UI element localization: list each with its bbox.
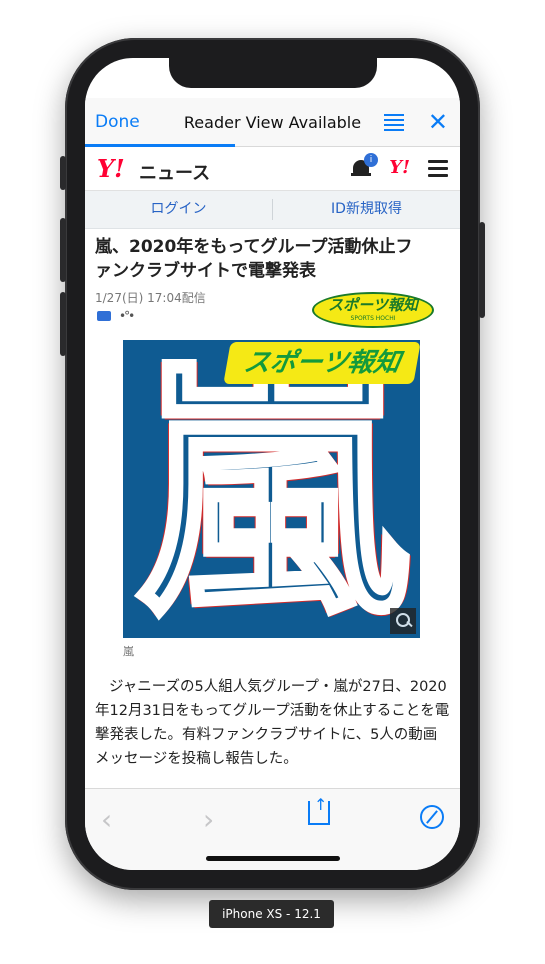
yahoo-mark-icon[interactable]: Y! bbox=[389, 157, 410, 178]
volume-up-button bbox=[60, 218, 66, 282]
publisher-name: スポーツ報知 bbox=[328, 296, 418, 314]
status-icons bbox=[392, 74, 436, 87]
home-indicator[interactable] bbox=[206, 856, 340, 861]
power-button bbox=[479, 222, 485, 318]
compass-icon[interactable] bbox=[420, 805, 444, 829]
share-arrow-icon: ↑ bbox=[314, 795, 328, 814]
zoom-icon[interactable] bbox=[390, 608, 416, 634]
status-time: 9:06 bbox=[115, 70, 150, 86]
register-link[interactable]: ID新規取得 bbox=[273, 191, 460, 228]
menu-icon[interactable] bbox=[428, 160, 448, 181]
wifi-icon bbox=[392, 74, 406, 87]
photo-caption: 嵐 bbox=[123, 645, 134, 658]
article: 嵐、2020年をもってグループ活動休止ファンクラブサイトで電撃発表 1/27(日… bbox=[85, 229, 460, 789]
screen: 9:06 Done Reader View Available ✕ Y! ニュー… bbox=[85, 58, 460, 870]
article-photo[interactable]: 嵐 スポーツ報知 bbox=[123, 340, 420, 638]
publisher-logo[interactable]: スポーツ報知 SPORTS HOCHI bbox=[312, 292, 434, 328]
mute-switch bbox=[60, 156, 66, 190]
notification-badge: i bbox=[364, 153, 378, 167]
login-link[interactable]: ログイン bbox=[85, 191, 272, 228]
publisher-sub: SPORTS HOCHI bbox=[350, 315, 396, 322]
site-header: Y! ニュース i Y! bbox=[85, 147, 460, 191]
login-bar: ログイン ID新規取得 bbox=[85, 191, 460, 229]
share-dots-icon[interactable]: •°• bbox=[119, 309, 135, 323]
yahoo-logo[interactable]: Y! bbox=[97, 154, 125, 183]
bell-icon[interactable]: i bbox=[350, 153, 378, 179]
article-headline: 嵐、2020年をもってグループ活動休止ファンクラブサイトで電撃発表 bbox=[95, 237, 413, 281]
back-icon[interactable]: ‹ bbox=[101, 803, 112, 836]
battery-icon bbox=[412, 74, 436, 87]
volume-down-button bbox=[60, 292, 66, 356]
photo-brand: スポーツ報知 bbox=[223, 342, 420, 384]
notch bbox=[169, 58, 377, 88]
close-icon[interactable]: ✕ bbox=[428, 108, 448, 136]
comment-icon[interactable] bbox=[97, 311, 111, 321]
device-label: iPhone XS - 12.1 bbox=[209, 900, 334, 928]
safari-view-toolbar: Done Reader View Available ✕ bbox=[85, 98, 460, 147]
article-body: ジャニーズの5人組人気グループ・嵐が27日、2020年12月31日をもってグルー… bbox=[95, 679, 450, 767]
forward-icon[interactable]: › bbox=[203, 803, 214, 836]
article-date: 1/27(日) 17:04配信 bbox=[95, 291, 206, 305]
photo-kanji: 嵐 bbox=[134, 340, 410, 639]
site-name[interactable]: ニュース bbox=[139, 159, 210, 185]
reader-view-icon[interactable] bbox=[384, 114, 404, 134]
